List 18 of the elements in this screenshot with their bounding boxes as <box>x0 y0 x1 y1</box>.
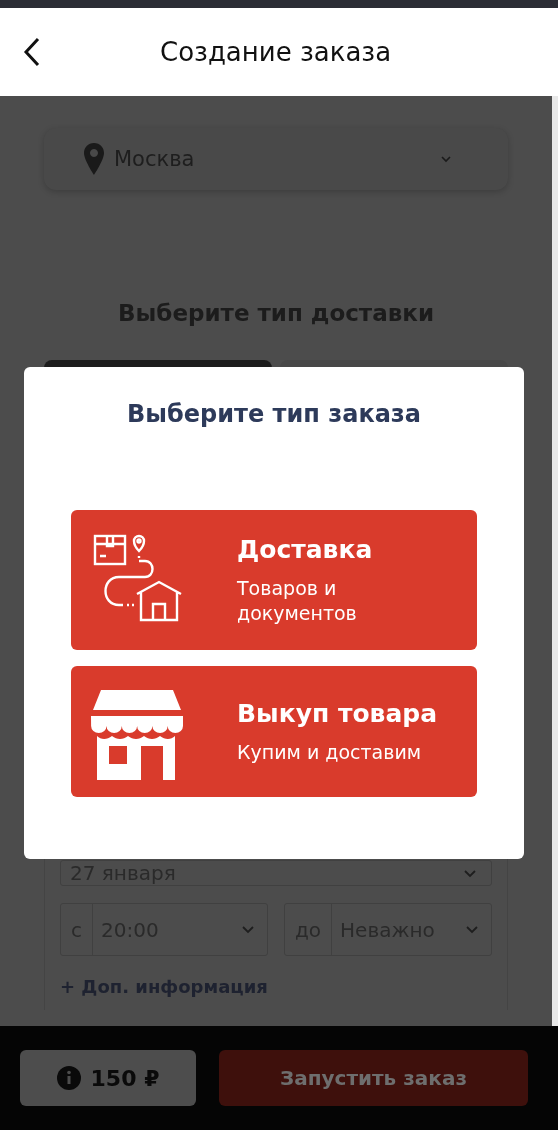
page-title: Создание заказа <box>160 37 392 67</box>
back-button[interactable] <box>22 36 42 68</box>
scrollbar[interactable] <box>552 96 558 1026</box>
dialog-title: Выберите тип заказа <box>126 399 422 429</box>
location-pin-icon <box>84 143 104 175</box>
chevron-down-icon <box>241 925 255 934</box>
option-subtitle: Товаров и документов <box>237 575 358 626</box>
info-icon <box>56 1066 81 1090</box>
order-type-option[interactable]: Выкуп товара Купим и доставим <box>71 666 477 797</box>
price-button[interactable]: 150 ₽ <box>20 1050 196 1106</box>
option-title: Выкуп товара <box>237 698 438 728</box>
option-subtitle: Купим и доставим <box>237 739 423 765</box>
option-title: Доставка <box>237 534 374 564</box>
chevron-down-icon <box>463 868 477 878</box>
order-type-option[interactable]: Доставка Товаров и документов <box>71 510 477 650</box>
chevron-down-icon <box>440 155 452 163</box>
submit-order-button[interactable]: Запустить заказ <box>219 1050 528 1106</box>
chevron-down-icon <box>465 925 479 934</box>
